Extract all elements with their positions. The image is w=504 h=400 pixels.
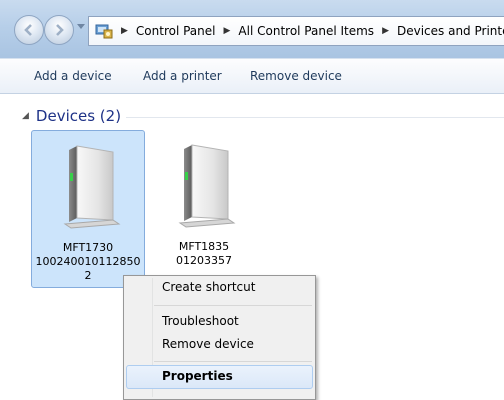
menu-separator: [154, 305, 312, 306]
device-label: MFT1835 01203357: [147, 240, 261, 268]
breadcrumb: ▶ Control Panel ▶ All Control Panel Item…: [117, 17, 504, 45]
forward-arrow-icon: [56, 24, 64, 36]
device-item-mft1730[interactable]: MFT1730 100240010112850 2: [31, 130, 145, 288]
breadcrumb-all-items[interactable]: All Control Panel Items: [238, 24, 374, 38]
group-divider: [126, 117, 504, 118]
menu-item-properties[interactable]: Properties: [126, 365, 313, 389]
add-device-button[interactable]: Add a device: [34, 59, 112, 93]
command-bar: Add a device Add a printer Remove device: [0, 58, 504, 94]
remove-device-button[interactable]: Remove device: [250, 59, 342, 93]
device-label-line: MFT1835: [178, 240, 230, 253]
menu-separator: [154, 361, 312, 362]
device-tower-icon: [178, 144, 236, 228]
menu-item-troubleshoot[interactable]: Troubleshoot: [162, 314, 239, 328]
chevron-down-icon[interactable]: [77, 24, 85, 30]
devices-group-header[interactable]: ◢ Devices (2): [22, 105, 121, 127]
back-arrow-icon: [24, 24, 32, 36]
add-printer-button[interactable]: Add a printer: [143, 59, 222, 93]
menu-item-create-shortcut[interactable]: Create shortcut: [162, 280, 255, 294]
device-item-mft1835[interactable]: MFT1835 01203357: [147, 130, 261, 288]
chevron-right-icon[interactable]: ▶: [224, 26, 231, 36]
menu-item-remove-device[interactable]: Remove device: [162, 337, 254, 351]
breadcrumb-devices-printers[interactable]: Devices and Printe: [397, 24, 504, 38]
device-label-line: MFT1730: [62, 241, 114, 254]
control-panel-icon: [95, 24, 113, 39]
group-title: Devices (2): [35, 107, 122, 125]
address-box[interactable]: ▶ Control Panel ▶ All Control Panel Item…: [88, 16, 504, 46]
forward-button[interactable]: [44, 15, 74, 45]
back-button[interactable]: [14, 15, 44, 45]
context-menu: Create shortcut Troubleshoot Remove devi…: [123, 275, 316, 400]
address-bar-region: ▶ Control Panel ▶ All Control Panel Item…: [0, 0, 504, 58]
device-label-line: 100240010112850: [35, 255, 141, 268]
device-label-line: 01203357: [176, 254, 232, 267]
collapse-triangle-icon[interactable]: ◢: [22, 111, 29, 121]
menu-item-properties-label: Properties: [162, 369, 233, 383]
device-tower-icon: [63, 145, 121, 229]
chevron-right-icon[interactable]: ▶: [121, 26, 128, 36]
chevron-right-icon[interactable]: ▶: [382, 26, 389, 36]
breadcrumb-control-panel[interactable]: Control Panel: [136, 24, 216, 38]
